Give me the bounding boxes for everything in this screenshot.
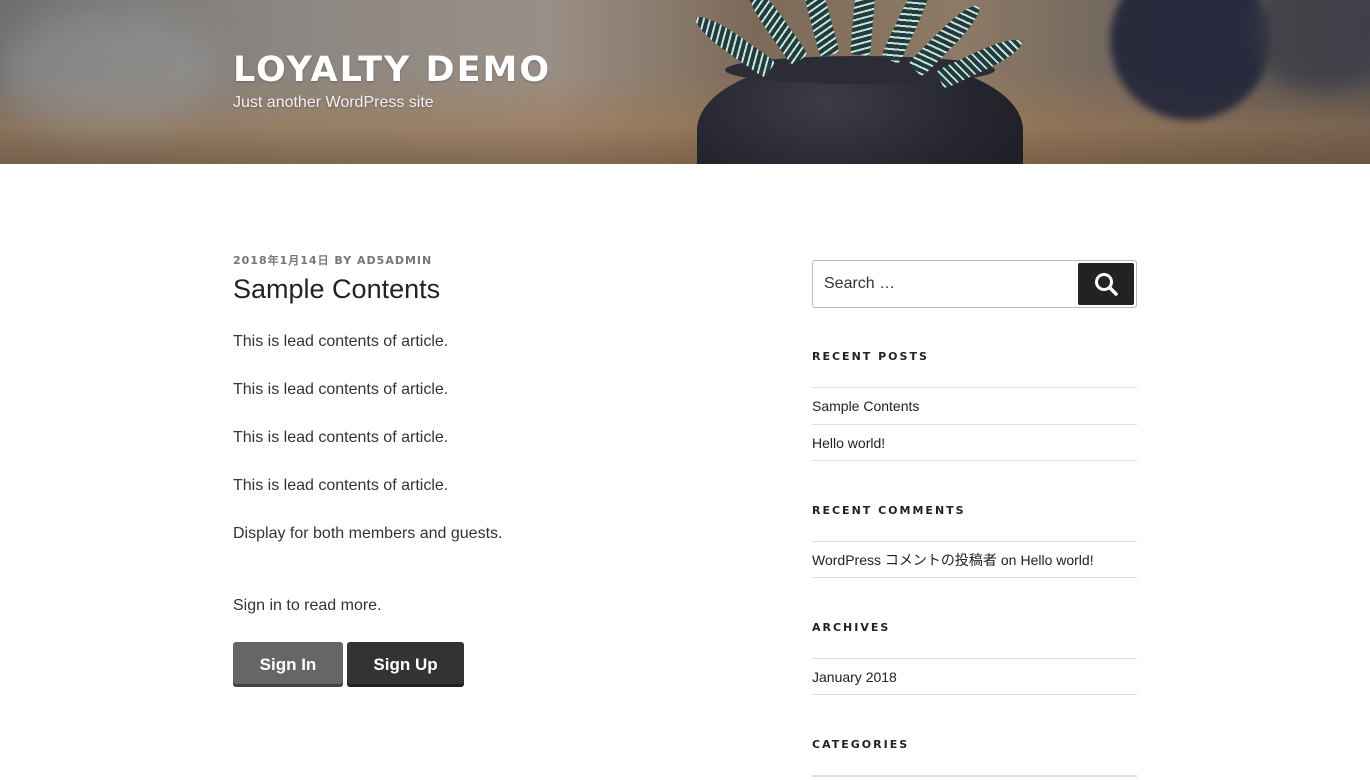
search-input[interactable] bbox=[813, 261, 1075, 307]
comment-author-link[interactable]: WordPress コメントの投稿者 bbox=[812, 550, 997, 570]
entry-meta: 2018年1月14日 BY AD5ADMIN bbox=[233, 254, 753, 268]
paragraph: This is lead contents of article. bbox=[233, 381, 449, 398]
article: 2018年1月14日 BY AD5ADMIN Sample Contents T… bbox=[233, 254, 753, 687]
list-item: Sample Contents bbox=[812, 387, 1137, 424]
post-title: Sample Contents bbox=[233, 274, 441, 304]
sign-in-button[interactable]: Sign In bbox=[233, 642, 343, 687]
categories-list bbox=[812, 775, 1137, 777]
byline-by: BY bbox=[334, 254, 353, 267]
site-description: Just another WordPress site bbox=[233, 94, 434, 111]
post-date-link[interactable]: 2018年1月14日 bbox=[233, 254, 330, 267]
auth-buttons: Sign In Sign Up bbox=[233, 642, 464, 687]
comment-on-text: on bbox=[1000, 551, 1017, 568]
archives-title: ARCHIVES bbox=[812, 621, 891, 634]
site-header: LOYALTY DEMO Just another WordPress site bbox=[0, 0, 1370, 164]
recent-posts-title: RECENT POSTS bbox=[812, 350, 929, 363]
site-branding: LOYALTY DEMO Just another WordPress site bbox=[233, 50, 551, 112]
list-item: January 2018 bbox=[812, 658, 1137, 695]
categories-title: CATEGORIES bbox=[812, 738, 910, 751]
search-form bbox=[812, 260, 1137, 308]
list-item: WordPress コメントの投稿者 on Hello world! bbox=[812, 541, 1137, 578]
categories-divider bbox=[812, 775, 1137, 777]
archives-list: January 2018 bbox=[812, 658, 1137, 695]
search-icon bbox=[1095, 273, 1118, 296]
archive-link[interactable]: January 2018 bbox=[812, 669, 897, 685]
paragraph: Display for both members and guests. bbox=[233, 525, 503, 542]
sign-up-button[interactable]: Sign Up bbox=[347, 642, 464, 687]
paragraph: This is lead contents of article. bbox=[233, 477, 449, 494]
comment-post-link[interactable]: Hello world! bbox=[1020, 552, 1093, 568]
search-button[interactable] bbox=[1078, 263, 1134, 305]
paragraph: This is lead contents of article. bbox=[233, 429, 449, 446]
recent-post-link[interactable]: Sample Contents bbox=[812, 398, 919, 414]
author-link[interactable]: AD5ADMIN bbox=[357, 254, 432, 267]
header-image-blur-left bbox=[0, 10, 220, 130]
header-image-leaf bbox=[850, 0, 878, 56]
recent-comments-list: WordPress コメントの投稿者 on Hello world! bbox=[812, 541, 1137, 578]
recent-comments-title: RECENT COMMENTS bbox=[812, 504, 966, 517]
list-item: Hello world! bbox=[812, 424, 1137, 461]
paragraph: This is lead contents of article. bbox=[233, 333, 449, 350]
sign-in-prompt: Sign in to read more. bbox=[233, 597, 382, 614]
site-title[interactable]: LOYALTY DEMO bbox=[233, 50, 551, 90]
recent-posts-list: Sample Contents Hello world! bbox=[812, 387, 1137, 461]
recent-post-link[interactable]: Hello world! bbox=[812, 435, 885, 451]
